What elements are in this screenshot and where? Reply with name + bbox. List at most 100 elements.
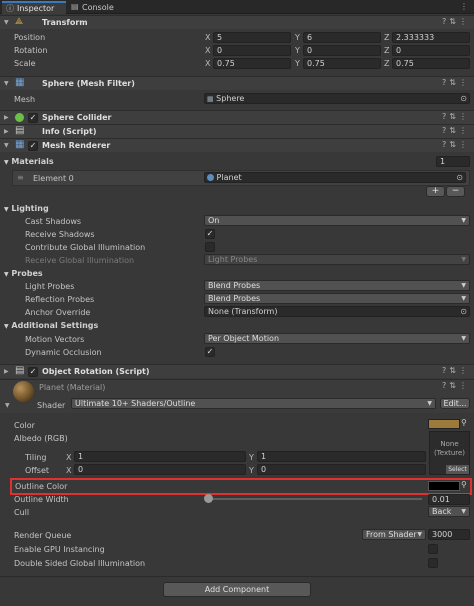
tiling-label: Tiling: [25, 453, 47, 462]
material-header-icons[interactable]: ?⇅⋮: [442, 381, 470, 390]
probes-foldout[interactable]: ▼ Probes: [4, 269, 43, 278]
foldout-icon[interactable]: ▶: [4, 128, 9, 135]
mesh-object-field[interactable]: ▦ Sphere ⊙: [204, 93, 470, 104]
foldout-icon[interactable]: ▼: [4, 159, 9, 166]
materials-foldout[interactable]: ▼ Materials: [4, 157, 54, 166]
select-button[interactable]: Select: [446, 465, 469, 474]
foldout-icon[interactable]: ▼: [4, 80, 9, 87]
element0-object-field[interactable]: Planet ⊙: [204, 172, 466, 183]
drag-handle-icon[interactable]: ≡: [17, 173, 24, 182]
offset-y-field[interactable]: 0: [257, 464, 426, 475]
enabled-checkbox[interactable]: ✓: [28, 113, 38, 123]
axis-z[interactable]: Z: [384, 46, 389, 55]
remove-element-button[interactable]: −: [446, 186, 465, 197]
scale-y-field[interactable]: 0.75: [303, 58, 381, 69]
enabled-checkbox[interactable]: ✓: [28, 367, 38, 377]
object-picker-icon[interactable]: ⊙: [460, 94, 467, 103]
foldout-icon[interactable]: ▼: [4, 271, 9, 278]
axis-x[interactable]: X: [205, 46, 210, 55]
axis-y[interactable]: Y: [295, 46, 300, 55]
axis-x[interactable]: X: [205, 33, 210, 42]
scale-x-field[interactable]: 0.75: [213, 58, 291, 69]
foldout-icon[interactable]: ▶: [4, 114, 9, 121]
shader-edit-button[interactable]: Edit...: [440, 398, 470, 409]
offset-x-field[interactable]: 0: [74, 464, 246, 475]
component-header-icons[interactable]: ?⇅⋮: [442, 126, 470, 135]
transform-header[interactable]: ▼ ⟁ Transform ?⇅⋮: [0, 15, 474, 29]
axis-z[interactable]: Z: [384, 59, 389, 68]
add-element-button[interactable]: +: [426, 186, 445, 197]
outline-color-swatch[interactable]: [428, 481, 460, 491]
position-x-field[interactable]: 5: [213, 32, 291, 43]
tab-inspector[interactable]: ⓘ Inspector: [2, 1, 66, 14]
shader-dropdown[interactable]: Ultimate 10+ Shaders/Outline ▼: [71, 398, 436, 409]
outline-width-field[interactable]: 0.01: [428, 494, 470, 505]
object-rotation-header[interactable]: ▶ ▤ ✓ Object Rotation (Script) ?⇅⋮: [0, 364, 474, 378]
component-header-icons[interactable]: ?⇅⋮: [442, 366, 470, 375]
mesh-filter-header[interactable]: ▼ ▦ Sphere (Mesh Filter) ?⇅⋮: [0, 76, 474, 90]
position-z-field[interactable]: 2.333333: [392, 32, 470, 43]
eyedropper-icon[interactable]: ⚲: [461, 480, 467, 489]
axis-z[interactable]: Z: [384, 33, 389, 42]
axis-y[interactable]: Y: [249, 453, 254, 462]
double-sided-gi-checkbox[interactable]: [428, 558, 438, 568]
tab-menu-icon[interactable]: ⋮: [460, 2, 468, 11]
rotation-y-field[interactable]: 0: [303, 45, 381, 56]
gpu-instancing-checkbox[interactable]: [428, 544, 438, 554]
foldout-icon[interactable]: ▼: [4, 206, 9, 213]
dynamic-occlusion-checkbox[interactable]: ✓: [205, 347, 215, 357]
object-picker-icon[interactable]: ⊙: [460, 307, 467, 316]
eyedropper-icon[interactable]: ⚲: [461, 418, 467, 427]
contribute-gi-checkbox[interactable]: [205, 242, 215, 252]
component-header-icons[interactable]: ?⇅⋮: [442, 140, 470, 149]
axis-y[interactable]: Y: [295, 33, 300, 42]
outline-width-slider-track[interactable]: [208, 498, 422, 500]
render-queue-mode-dropdown[interactable]: From Shader ▼: [362, 529, 426, 540]
lighting-foldout[interactable]: ▼ Lighting: [4, 204, 49, 213]
shader-label: Shader: [37, 401, 66, 410]
tab-inspector-label: Inspector: [17, 4, 55, 13]
scale-z-field[interactable]: 0.75: [392, 58, 470, 69]
component-header-icons[interactable]: ?⇅⋮: [442, 112, 470, 121]
light-probes-dropdown[interactable]: Blend Probes ▼: [204, 280, 470, 291]
render-queue-mode-value: From Shader: [366, 530, 417, 539]
foldout-icon[interactable]: ▼: [4, 142, 9, 149]
enabled-checkbox[interactable]: ✓: [28, 141, 38, 151]
component-header-icons[interactable]: ?⇅⋮: [442, 17, 470, 26]
position-y-field[interactable]: 6: [303, 32, 381, 43]
reflection-probes-dropdown[interactable]: Blend Probes ▼: [204, 293, 470, 304]
anchor-override-field[interactable]: None (Transform) ⊙: [204, 306, 470, 317]
render-queue-field[interactable]: 3000: [428, 529, 470, 540]
rotation-x-field[interactable]: 0: [213, 45, 291, 56]
axis-x[interactable]: X: [66, 466, 71, 475]
axis-y[interactable]: Y: [249, 466, 254, 475]
foldout-icon[interactable]: ▼: [5, 402, 10, 409]
divider: [0, 576, 474, 577]
foldout-icon[interactable]: ▼: [4, 323, 9, 330]
motion-vectors-dropdown[interactable]: Per Object Motion ▼: [204, 333, 470, 344]
outline-width-slider-thumb[interactable]: [204, 494, 213, 503]
tiling-y-field[interactable]: 1: [257, 451, 426, 462]
foldout-icon[interactable]: ▼: [4, 19, 9, 26]
axis-x[interactable]: X: [66, 453, 71, 462]
component-header-icons[interactable]: ?⇅⋮: [442, 78, 470, 87]
rotation-z-field[interactable]: 0: [392, 45, 470, 56]
motion-vectors-label: Motion Vectors: [25, 335, 85, 344]
foldout-icon[interactable]: ▶: [4, 368, 9, 375]
cast-shadows-dropdown[interactable]: On ▼: [204, 215, 470, 226]
tab-console[interactable]: ▤ Console: [68, 1, 126, 14]
additional-settings-foldout[interactable]: ▼ Additional Settings: [4, 321, 98, 330]
add-component-button[interactable]: Add Component: [163, 582, 311, 597]
object-picker-icon[interactable]: ⊙: [456, 173, 463, 182]
tiling-x-field[interactable]: 1: [74, 451, 246, 462]
info-script-header[interactable]: ▶ ▤ Info (Script) ?⇅⋮: [0, 124, 474, 138]
materials-count-field[interactable]: 1: [436, 156, 470, 167]
cull-dropdown[interactable]: Back ▼: [428, 506, 470, 517]
albedo-texture-slot[interactable]: None (Texture) Select: [429, 431, 470, 475]
receive-shadows-checkbox[interactable]: ✓: [205, 229, 215, 239]
color-swatch[interactable]: [428, 419, 460, 429]
mesh-renderer-header[interactable]: ▼ ▦ ✓ Mesh Renderer ?⇅⋮: [0, 138, 474, 152]
axis-x[interactable]: X: [205, 59, 210, 68]
sphere-collider-header[interactable]: ▶ ✓ Sphere Collider ?⇅⋮: [0, 110, 474, 124]
axis-y[interactable]: Y: [295, 59, 300, 68]
